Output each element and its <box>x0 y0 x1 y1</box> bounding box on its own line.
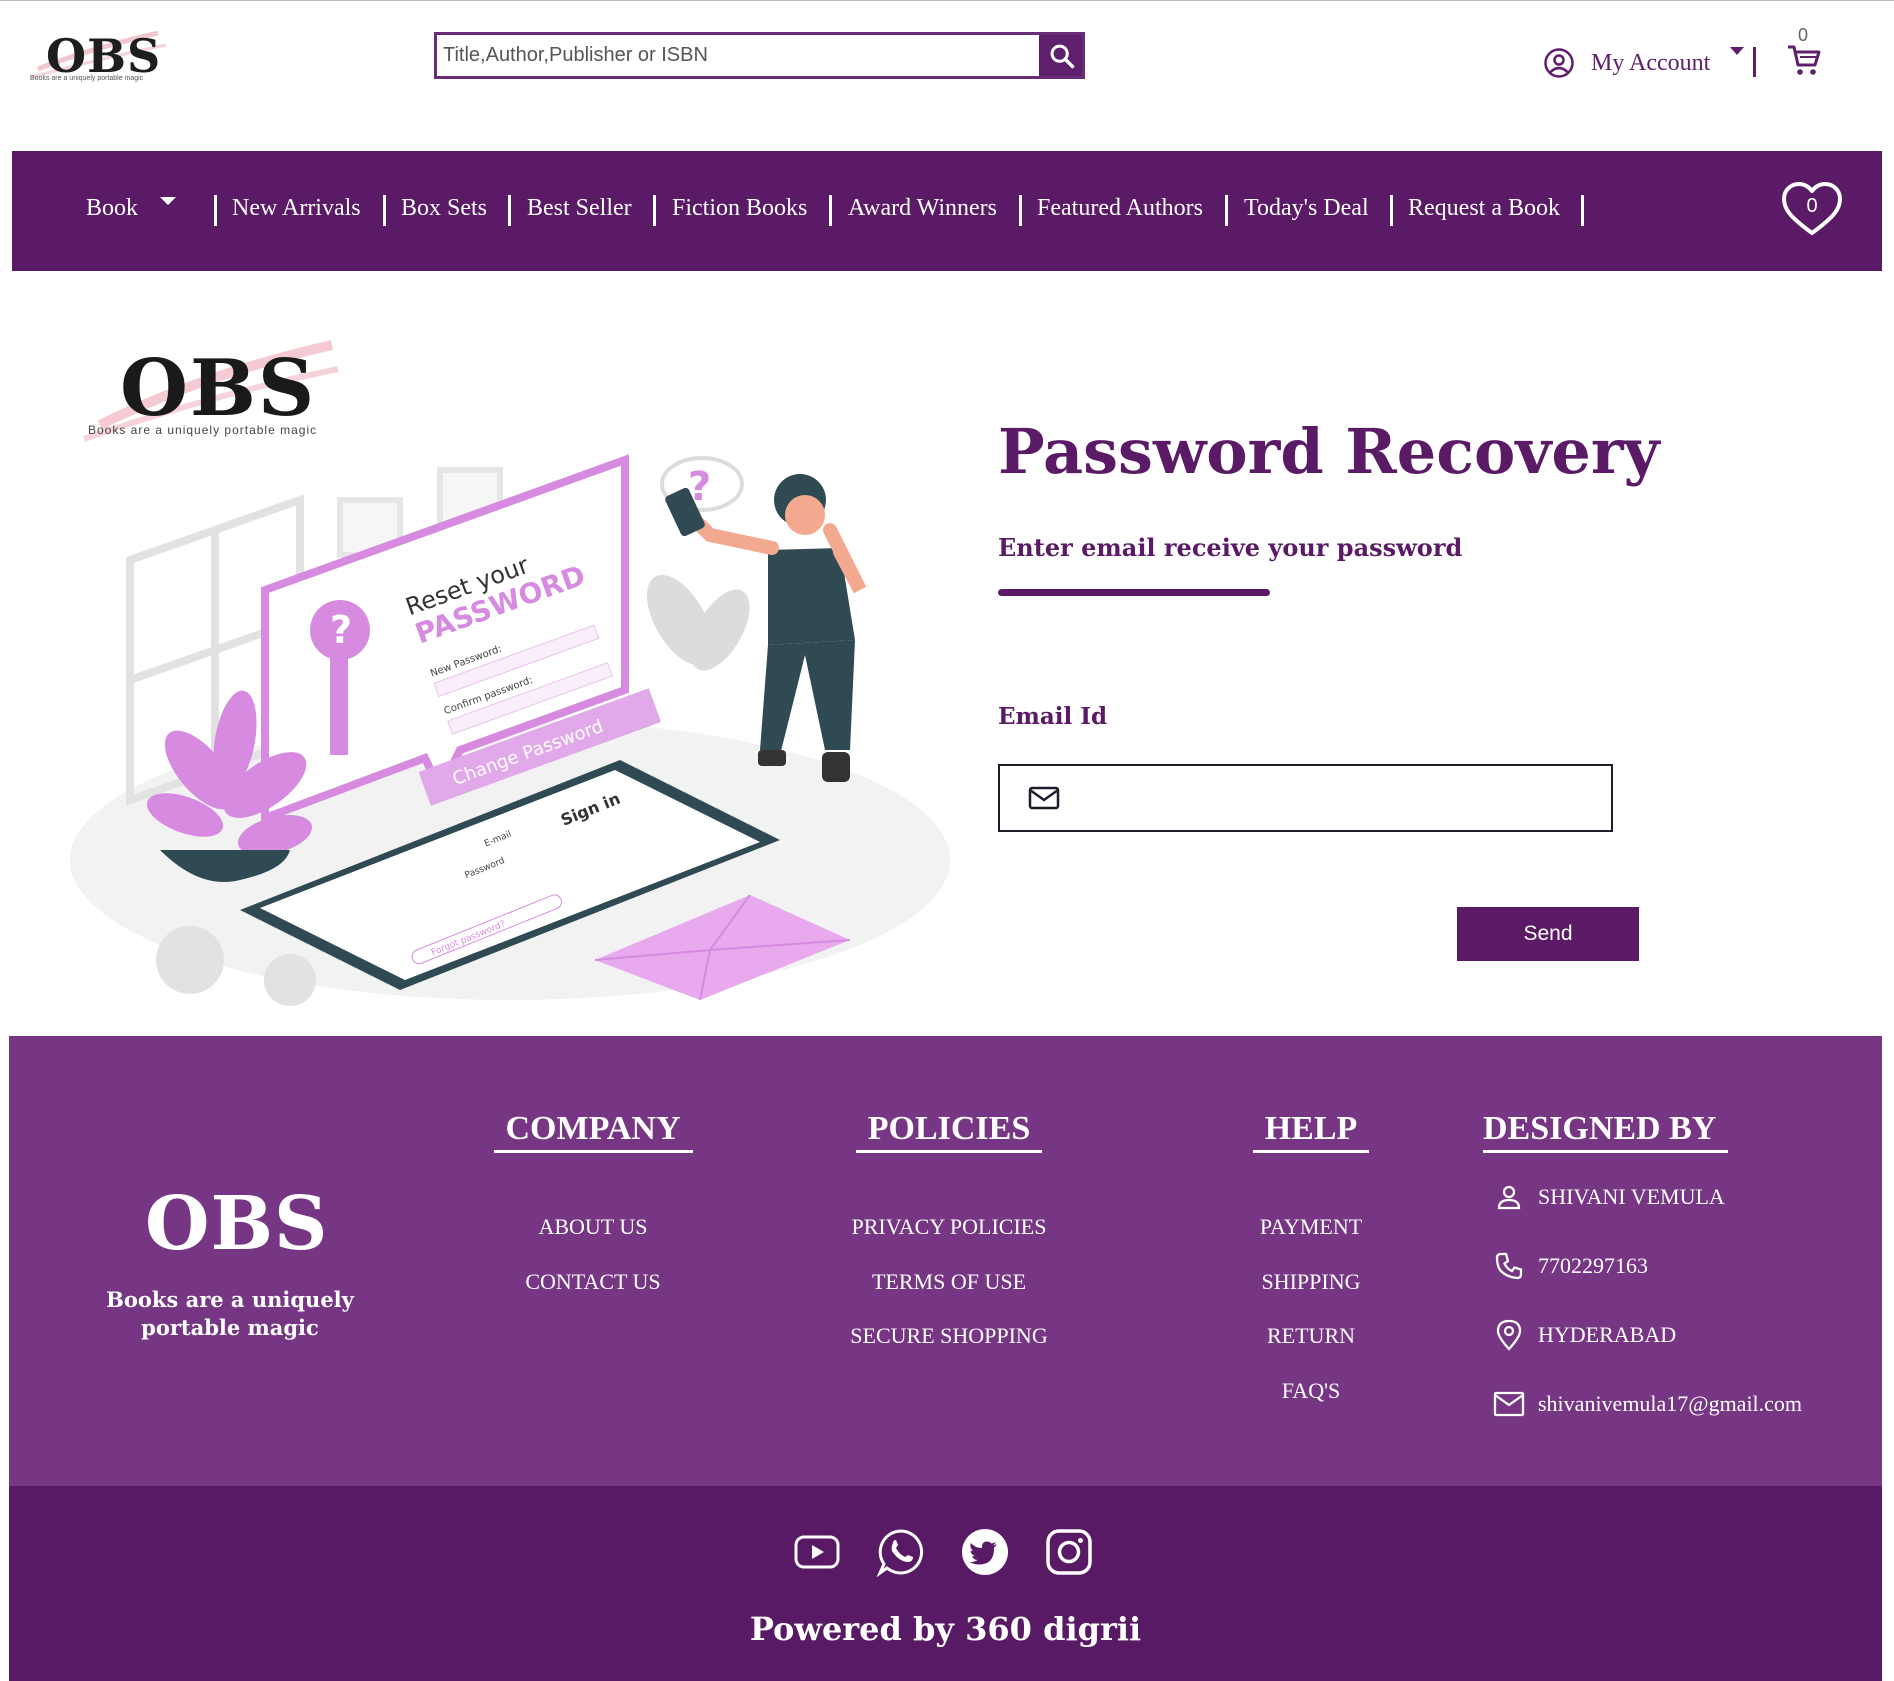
footer-company-heading: COMPANY <box>493 1110 693 1153</box>
main-navigation: Book New Arrivals Box Sets Best Seller F… <box>12 151 1882 271</box>
nav-item-award-winners[interactable]: Award Winners <box>848 195 997 222</box>
designer-location-row: HYDERABAD <box>1492 1319 1676 1351</box>
nav-item-fiction-books[interactable]: Fiction Books <box>672 195 807 222</box>
nav-separator <box>214 195 217 226</box>
nav-item-box-sets[interactable]: Box Sets <box>401 195 487 222</box>
search-bar <box>434 32 1085 79</box>
nav-separator <box>1225 195 1228 226</box>
send-button[interactable]: Send <box>1457 907 1639 961</box>
password-reset-illustration: ? Reset your PASSWORD New Password: Conf… <box>70 454 950 1006</box>
svg-text:?: ? <box>330 608 352 652</box>
nav-item-request-a-book[interactable]: Request a Book <box>1408 195 1560 222</box>
footer-link-faqs[interactable]: FAQ'S <box>1221 1378 1401 1404</box>
nav-item-book[interactable]: Book <box>86 195 138 222</box>
page-title: Password Recovery <box>998 415 1660 488</box>
person-icon <box>1492 1181 1526 1213</box>
site-header: OBS Books are a uniquely portable magic … <box>0 0 1894 150</box>
designer-email[interactable]: shivanivemula17@gmail.com <box>1538 1391 1802 1417</box>
designer-name-row: SHIVANI VEMULA <box>1492 1181 1725 1213</box>
phone-icon <box>1492 1250 1526 1282</box>
my-account-menu[interactable]: My Account <box>1543 43 1710 83</box>
footer-link-contact-us[interactable]: CONTACT US <box>475 1269 711 1295</box>
powered-by-text: Powered by 360 digrii <box>749 1610 1142 1648</box>
footer-tagline: Books are a uniquely portable magic <box>106 1287 354 1340</box>
account-dropdown-caret-icon[interactable] <box>1730 47 1744 55</box>
nav-separator <box>829 195 832 226</box>
designer-location: HYDERABAD <box>1538 1322 1677 1347</box>
page-subtitle: Enter email receive your password <box>998 533 1463 562</box>
footer-link-payment[interactable]: PAYMENT <box>1221 1214 1401 1240</box>
footer-logo: OBS <box>145 1181 329 1267</box>
footer-help-heading: HELP <box>1252 1110 1370 1153</box>
nav-separator <box>1581 195 1584 226</box>
page-logo: OBS Books are a uniquely portable magic <box>80 335 340 445</box>
search-input[interactable] <box>437 35 1039 76</box>
search-button[interactable] <box>1039 35 1082 76</box>
logo-text: OBS <box>120 343 317 434</box>
book-dropdown-caret-icon[interactable] <box>160 197 176 205</box>
email-label: Email Id <box>998 703 1108 730</box>
location-pin-icon <box>1492 1319 1526 1351</box>
instagram-icon[interactable] <box>1043 1526 1095 1578</box>
search-icon <box>1050 44 1074 68</box>
nav-item-new-arrivals[interactable]: New Arrivals <box>232 195 361 222</box>
footer-link-shipping[interactable]: SHIPPING <box>1221 1269 1401 1295</box>
nav-separator <box>1390 195 1393 226</box>
site-logo[interactable]: OBS Books are a uniquely portable magic <box>24 23 174 89</box>
footer-policies-heading: POLICIES <box>855 1110 1043 1153</box>
footer-link-return[interactable]: RETURN <box>1221 1323 1401 1349</box>
footer-designed-by-column: DESIGNED BY <box>1483 1110 1729 1153</box>
mail-icon <box>1492 1388 1526 1420</box>
footer-link-about-us[interactable]: ABOUT US <box>475 1214 711 1240</box>
footer-link-secure-shopping[interactable]: SECURE SHOPPING <box>831 1323 1067 1349</box>
designer-name: SHIVANI VEMULA <box>1538 1184 1725 1209</box>
logo-tagline: Books are a uniquely portable magic <box>30 75 144 82</box>
cart-button[interactable] <box>1786 43 1822 82</box>
footer-help-column: HELP PAYMENT SHIPPING RETURN FAQ'S <box>1221 1110 1401 1403</box>
designer-phone[interactable]: 7702297163 <box>1538 1253 1648 1279</box>
logo-tagline: Books are a uniquely portable magic <box>88 423 318 437</box>
twitter-icon[interactable] <box>959 1526 1011 1578</box>
email-input[interactable] <box>1076 766 1611 830</box>
site-footer: OBS Books are a uniquely portable magic … <box>9 1036 1882 1486</box>
shopping-cart-icon <box>1788 45 1821 75</box>
nav-separator <box>508 195 511 226</box>
nav-item-featured-authors[interactable]: Featured Authors <box>1037 195 1203 222</box>
youtube-icon[interactable] <box>791 1526 843 1578</box>
nav-item-best-seller[interactable]: Best Seller <box>527 195 632 222</box>
nav-separator <box>653 195 656 226</box>
wishlist-button[interactable]: 0 <box>1780 181 1844 239</box>
nav-separator <box>1019 195 1022 226</box>
wishlist-count: 0 <box>1806 195 1818 217</box>
designer-phone-row: 7702297163 <box>1492 1250 1648 1282</box>
footer-link-terms-of-use[interactable]: TERMS OF USE <box>831 1269 1067 1295</box>
nav-separator <box>383 195 386 226</box>
my-account-label: My Account <box>1591 49 1711 76</box>
subtitle-underline <box>998 589 1270 596</box>
header-divider <box>1753 47 1756 77</box>
mail-icon <box>1028 786 1060 810</box>
whatsapp-icon[interactable] <box>875 1526 927 1578</box>
user-circle-icon <box>1544 48 1574 78</box>
footer-bottom-bar: Powered by 360 digrii <box>9 1486 1882 1681</box>
email-field[interactable] <box>998 764 1613 832</box>
footer-policies-column: POLICIES PRIVACY POLICIES TERMS OF USE S… <box>831 1110 1067 1348</box>
footer-link-privacy-policies[interactable]: PRIVACY POLICIES <box>831 1214 1067 1240</box>
nav-item-todays-deal[interactable]: Today's Deal <box>1244 195 1369 222</box>
designer-email-row: shivanivemula17@gmail.com <box>1492 1388 1802 1420</box>
footer-company-column: COMPANY ABOUT US CONTACT US <box>475 1110 711 1294</box>
footer-designed-by-heading: DESIGNED BY <box>1483 1110 1729 1153</box>
